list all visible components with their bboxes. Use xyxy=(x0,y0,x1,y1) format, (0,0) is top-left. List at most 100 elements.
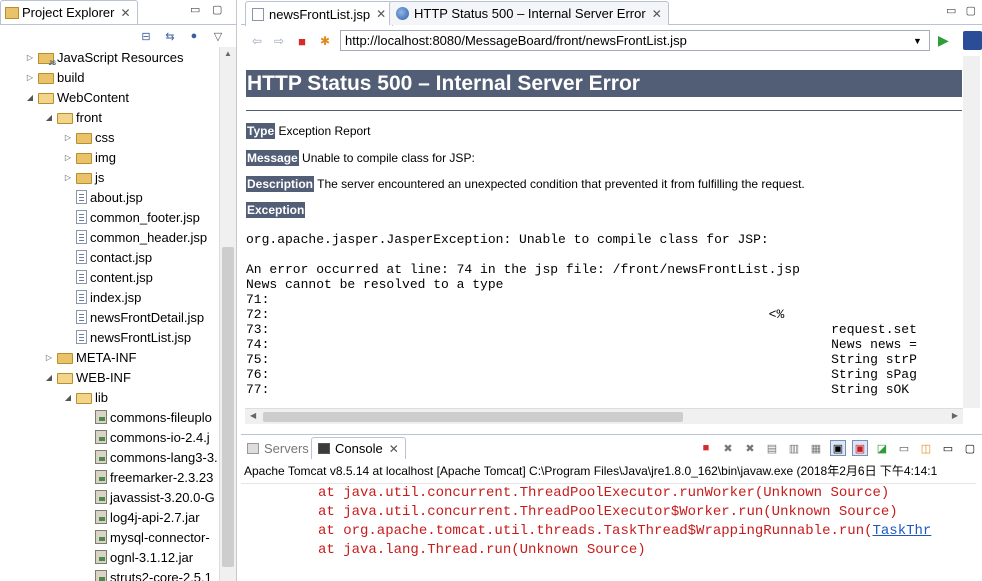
word-wrap-icon[interactable]: ▦ xyxy=(808,440,824,456)
tree-item[interactable]: ▷ img xyxy=(62,147,116,167)
globe-icon xyxy=(396,7,409,20)
tree-item[interactable]: content.jsp xyxy=(62,267,153,287)
collapse-arrow-icon[interactable]: ◢ xyxy=(43,373,55,382)
collapse-all-icon[interactable]: ⊟ xyxy=(138,28,154,44)
jar-file-icon xyxy=(95,570,107,581)
tree-item[interactable]: ▷ css xyxy=(62,127,115,147)
chevron-down-icon[interactable]: ▼ xyxy=(913,36,922,46)
external-browser-icon[interactable] xyxy=(963,31,982,50)
tree-item[interactable]: common_footer.jsp xyxy=(62,207,200,227)
tree-item[interactable]: ▷ js xyxy=(62,167,104,187)
jar-file-icon xyxy=(95,530,107,544)
open-console-icon[interactable]: ◫ xyxy=(918,440,934,456)
tab-servers[interactable]: Servers xyxy=(247,437,309,459)
view-menu-icon[interactable]: ▽ xyxy=(210,28,226,44)
project-explorer-tab[interactable]: Project Explorer ✕ xyxy=(0,0,138,24)
stacktrace-line: 75: String strP xyxy=(246,352,917,367)
stacktrace-line: 71: xyxy=(246,292,270,307)
back-icon[interactable]: ⇦ xyxy=(249,33,265,49)
close-icon[interactable]: ✕ xyxy=(389,442,399,456)
tree-item[interactable]: commons-fileuplo xyxy=(81,407,212,427)
scroll-up-icon[interactable]: ▲ xyxy=(224,49,232,58)
tree-item[interactable]: mysql-connector- xyxy=(81,527,210,547)
expand-arrow-icon[interactable]: ▷ xyxy=(24,73,36,82)
tree-item[interactable]: freemarker-2.3.23 xyxy=(81,467,213,487)
tree-item-label: build xyxy=(57,69,85,85)
tree-item[interactable]: ◢ lib xyxy=(62,387,108,407)
tree-item[interactable]: newsFrontList.jsp xyxy=(62,327,191,347)
tree-item[interactable]: commons-io-2.4.j xyxy=(81,427,210,447)
tree-item[interactable]: commons-lang3-3. xyxy=(81,447,218,467)
tree-item[interactable]: ◢ WEB-INF xyxy=(43,367,131,387)
console-source-link[interactable]: TaskThr xyxy=(873,523,932,539)
close-icon[interactable]: ✕ xyxy=(652,7,662,21)
close-icon[interactable]: ✕ xyxy=(376,7,386,21)
tree-item-label: JavaScript Resources xyxy=(57,49,184,65)
pin-console-icon[interactable]: ◪ xyxy=(874,440,890,456)
collapse-arrow-icon[interactable]: ◢ xyxy=(24,93,36,102)
tab-http-status-500[interactable]: HTTP Status 500 – Internal Server Error … xyxy=(389,1,669,25)
clear-console-icon[interactable]: ▤ xyxy=(764,440,780,456)
tree-item[interactable]: javassist-3.20.0-G xyxy=(81,487,215,507)
expand-arrow-icon[interactable]: ▷ xyxy=(24,53,36,62)
expand-arrow-icon[interactable]: ▷ xyxy=(43,353,55,362)
tree-item[interactable]: contact.jsp xyxy=(62,247,152,267)
maximize-icon[interactable]: ▢ xyxy=(212,3,222,16)
message-line: Message Unable to compile class for JSP: xyxy=(246,150,475,166)
expand-arrow-icon[interactable]: ▷ xyxy=(62,133,74,142)
tree-item[interactable]: newsFrontDetail.jsp xyxy=(62,307,204,327)
link-with-editor-icon[interactable]: ⇆ xyxy=(162,28,178,44)
tree-item-label: commons-fileuplo xyxy=(110,409,212,425)
tab-newsfrontlist-jsp[interactable]: newsFrontList.jsp ✕ xyxy=(245,1,394,26)
browser-horizontal-scrollbar[interactable]: ◀ ▶ xyxy=(245,408,963,424)
scroll-lock-icon[interactable]: ▥ xyxy=(786,440,802,456)
tree-item-label: contact.jsp xyxy=(90,249,153,265)
focus-icon[interactable]: ● xyxy=(186,28,202,44)
tree-item[interactable]: log4j-api-2.7.jar xyxy=(81,507,200,527)
stop-icon[interactable]: ■ xyxy=(294,33,310,49)
refresh-icon[interactable]: ✱ xyxy=(317,33,333,49)
tree-item[interactable]: ▷ build xyxy=(24,67,85,87)
collapse-arrow-icon[interactable]: ◢ xyxy=(43,113,55,122)
expand-arrow-icon[interactable]: ▷ xyxy=(62,173,74,182)
stacktrace-line: 77: String sOK xyxy=(246,382,917,397)
show-on-stderr-icon[interactable]: ▣ xyxy=(852,440,868,456)
stacktrace-line: org.apache.jasper.JasperException: Unabl… xyxy=(246,232,769,247)
scroll-left-icon[interactable]: ◀ xyxy=(250,411,256,420)
project-explorer-icon xyxy=(5,6,19,19)
remove-launch-icon[interactable]: ✖ xyxy=(720,440,736,456)
tree-item[interactable]: ognl-3.1.12.jar xyxy=(81,547,193,567)
maximize-icon[interactable]: ▢ xyxy=(962,440,978,456)
show-on-stdout-icon[interactable]: ▣ xyxy=(830,440,846,456)
stacktrace-line: 74: News news = xyxy=(246,337,917,352)
display-console-icon[interactable]: ▭ xyxy=(896,440,912,456)
tree-item[interactable]: index.jsp xyxy=(62,287,141,307)
minimize-icon[interactable]: ▭ xyxy=(940,440,956,456)
minimize-icon[interactable]: ▭ xyxy=(190,3,200,16)
explorer-vertical-scrollbar[interactable]: ▲ xyxy=(219,47,236,581)
terminate-icon[interactable]: ■ xyxy=(698,440,714,456)
go-icon[interactable]: ▶ xyxy=(938,32,949,49)
tree-item[interactable]: struts2-core-2.5.1 xyxy=(81,567,212,581)
expand-arrow-icon[interactable]: ▷ xyxy=(62,153,74,162)
scroll-right-icon[interactable]: ▶ xyxy=(952,411,958,420)
description-line: Description The server encountered an un… xyxy=(246,176,805,192)
tree-item[interactable]: ▷ META-INF xyxy=(43,347,137,367)
tree-item[interactable]: common_header.jsp xyxy=(62,227,207,247)
remove-all-icon[interactable]: ✖ xyxy=(742,440,758,456)
tree-item[interactable]: ◢ WebContent xyxy=(24,87,129,107)
minimize-maximize-icons[interactable]: ▭ ▢ xyxy=(946,4,976,17)
tree-item[interactable]: about.jsp xyxy=(62,187,143,207)
tree-item[interactable]: ▷ JavaScript Resources xyxy=(24,47,184,67)
scrollbar-thumb[interactable] xyxy=(263,412,683,422)
console-line: at org.apache.tomcat.util.threads.TaskTh… xyxy=(318,523,931,539)
tab-console[interactable]: Console ✕ xyxy=(311,437,406,459)
url-input[interactable]: http://localhost:8080/MessageBoard/front… xyxy=(340,30,930,51)
scrollbar-thumb[interactable] xyxy=(222,247,234,567)
browser-vertical-scrollbar[interactable] xyxy=(963,56,980,408)
collapse-arrow-icon[interactable]: ◢ xyxy=(62,393,74,402)
tree-item[interactable]: ◢ front xyxy=(43,107,102,127)
forward-icon[interactable]: ⇨ xyxy=(271,33,287,49)
browser-content: HTTP Status 500 – Internal Server Error … xyxy=(245,56,963,408)
close-icon[interactable]: ✕ xyxy=(120,6,130,20)
